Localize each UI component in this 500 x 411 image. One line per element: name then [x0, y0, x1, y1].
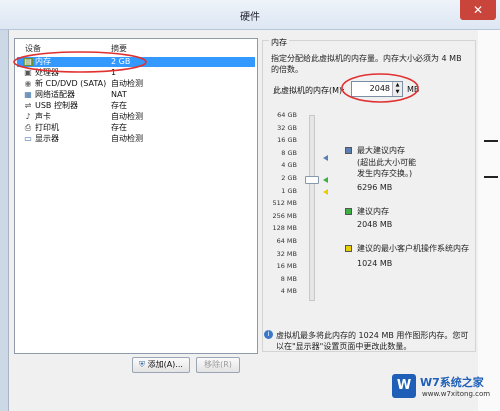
device-summary: NAT	[111, 90, 127, 99]
memory-scale-tick: 512 MB	[272, 199, 297, 208]
add-button-label: 添加(A)...	[147, 360, 183, 369]
column-header-device[interactable]: 设备	[25, 43, 41, 54]
device-row-usb[interactable]: ⇌ USB 控制器 存在	[17, 101, 255, 111]
memory-slider-track[interactable]	[309, 115, 315, 301]
display-icon: ▭	[24, 134, 32, 143]
memory-scale-tick: 1 GB	[281, 186, 297, 195]
column-header-summary[interactable]: 摘要	[111, 43, 127, 54]
device-summary: 存在	[111, 123, 127, 132]
device-list[interactable]: 设备 摘要 ▤ 内存 2 GB ▣ 处理器 1 ◉ 新 CD/DVD (SATA…	[14, 38, 258, 354]
device-summary: 自动检测	[111, 79, 143, 88]
max-recommended-value: 6296 MB	[357, 183, 393, 192]
device-name: 显示器	[35, 134, 59, 143]
memory-field-label: 此虚拟机的内存(M):	[273, 86, 345, 95]
device-row-display[interactable]: ▭ 显示器 自动检测	[17, 134, 255, 144]
max-recommended-note: 发生内存交换。)	[357, 169, 413, 178]
device-name: USB 控制器	[35, 101, 78, 110]
memory-scale-tick: 16 GB	[277, 136, 297, 145]
device-summary: 自动检测	[111, 112, 143, 121]
site-watermark: W W7系统之家 www.w7xitong.com	[392, 372, 498, 408]
max-recommended-marker	[323, 155, 328, 161]
ram-icon: ▤	[23, 57, 33, 66]
device-name: 处理器	[35, 68, 59, 77]
memory-scale-tick: 8 MB	[280, 274, 297, 283]
sound-card-icon: ♪	[25, 112, 31, 121]
network-adapter-icon: ▦	[24, 90, 32, 99]
max-recommended-label: 最大建议内存	[357, 146, 405, 155]
memory-scale-tick: 32 MB	[276, 249, 297, 258]
memory-unit: MB	[407, 85, 420, 94]
min-guest-value: 1024 MB	[357, 259, 393, 268]
device-name: 内存	[35, 57, 51, 66]
memory-scale-tick: 16 MB	[276, 262, 297, 271]
window-title: 硬件	[240, 12, 260, 23]
window-edge	[0, 30, 8, 411]
printer-icon: ⎙	[24, 123, 32, 132]
device-name: 新 CD/DVD (SATA)	[35, 79, 107, 88]
usb-icon: ⇌	[24, 101, 32, 110]
background-mark	[484, 140, 498, 142]
max-recommended-note: (超出此大小可能	[357, 158, 417, 167]
device-name: 声卡	[35, 112, 51, 121]
recommended-marker	[323, 177, 328, 183]
memory-scale-tick: 64 GB	[277, 111, 297, 119]
memory-scale-tick: 64 MB	[276, 237, 297, 245]
memory-slider-thumb[interactable]	[305, 176, 319, 184]
memory-group-title: 内存	[269, 37, 289, 48]
device-row-sound[interactable]: ♪ 声卡 自动检测	[17, 112, 255, 122]
watermark-url: www.w7xitong.com	[422, 390, 491, 398]
device-row-printer[interactable]: ⎙ 打印机 存在	[17, 123, 255, 133]
device-row-cd-dvd[interactable]: ◉ 新 CD/DVD (SATA) 自动检测	[17, 79, 255, 89]
watermark-logo-icon: W	[392, 374, 416, 398]
memory-scale-tick: 4 MB	[280, 287, 297, 296]
memory-scale-tick: 4 GB	[281, 161, 297, 170]
background-mark	[484, 176, 498, 178]
min-guest-swatch	[345, 245, 352, 252]
max-recommended-swatch	[345, 147, 352, 154]
memory-scale-tick: 8 GB	[281, 148, 297, 157]
device-row-network[interactable]: ▦ 网络适配器 NAT	[17, 90, 255, 100]
memory-scale-tick: 2 GB	[281, 174, 297, 182]
remove-device-button[interactable]: 移除(R)	[196, 357, 240, 373]
device-name: 网络适配器	[35, 90, 75, 99]
device-row-memory[interactable]: ▤ 内存 2 GB	[17, 57, 255, 67]
memory-size-value: 2048	[369, 84, 390, 93]
memory-scale-tick: 256 MB	[272, 211, 297, 220]
add-shield-icon: ⛨	[139, 360, 146, 369]
device-name: 打印机	[35, 123, 59, 132]
min-guest-marker	[323, 189, 328, 195]
device-row-cpu[interactable]: ▣ 处理器 1	[17, 68, 255, 78]
close-button[interactable]: ✕	[460, 0, 496, 20]
device-summary: 2 GB	[111, 57, 131, 66]
memory-scale-tick: 32 GB	[277, 123, 297, 132]
cpu-icon: ▣	[24, 68, 32, 77]
device-summary: 存在	[111, 101, 127, 110]
info-icon: i	[264, 330, 273, 339]
memory-size-input[interactable]: 2048 ▲ ▼	[351, 81, 403, 97]
recommended-value: 2048 MB	[357, 220, 393, 229]
device-summary: 1	[111, 68, 117, 77]
watermark-name: W7系统之家	[420, 376, 484, 389]
add-device-button[interactable]: ⛨ 添加(A)...	[132, 357, 190, 373]
memory-description: 指定分配给此虚拟机的内存量。内存大小必须为 4 MB 的倍数。	[271, 54, 462, 74]
window-titlebar: 硬件 ✕	[0, 0, 500, 30]
background-window-strip	[478, 30, 500, 411]
graphics-memory-note: 虚拟机最多将此内存的 1024 MB 用作图形内存。您可以在"显示器"设置页面中…	[276, 331, 469, 351]
min-guest-label: 建议的最小客户机操作系统内存	[357, 244, 469, 253]
memory-spinner[interactable]: ▲ ▼	[392, 82, 402, 96]
recommended-label: 建议内存	[357, 207, 389, 216]
cd-dvd-icon: ◉	[24, 79, 32, 88]
recommended-swatch	[345, 208, 352, 215]
memory-scale-tick: 128 MB	[272, 224, 297, 233]
device-summary: 自动检测	[111, 134, 143, 143]
memory-settings-group: 内存 指定分配给此虚拟机的内存量。内存大小必须为 4 MB 的倍数。 此虚拟机的…	[262, 37, 476, 352]
